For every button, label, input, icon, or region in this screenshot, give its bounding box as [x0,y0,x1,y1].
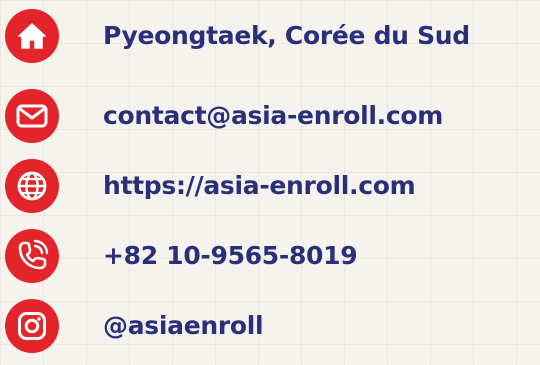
contact-row-website[interactable]: https://asia-enroll.com [0,156,540,216]
contact-list: Pyeongtaek, Corée du Sud contact@asia-en… [0,0,540,365]
home-icon [2,6,62,66]
address-text: Pyeongtaek, Corée du Sud [103,21,470,50]
email-link[interactable]: contact@asia-enroll.com [103,103,443,128]
contact-row-email[interactable]: contact@asia-enroll.com [0,86,540,146]
contact-row-address[interactable]: Pyeongtaek, Corée du Sud [0,6,540,66]
mail-icon [2,86,62,146]
contact-row-phone[interactable]: +82 10-9565-8019 [0,226,540,286]
instagram-icon [2,296,62,356]
instagram-handle[interactable]: @asiaenroll [103,313,264,338]
contact-row-instagram[interactable]: @asiaenroll [0,296,540,356]
phone-icon [2,226,62,286]
phone-number[interactable]: +82 10-9565-8019 [103,243,358,268]
globe-icon [2,156,62,216]
website-link[interactable]: https://asia-enroll.com [103,173,416,198]
